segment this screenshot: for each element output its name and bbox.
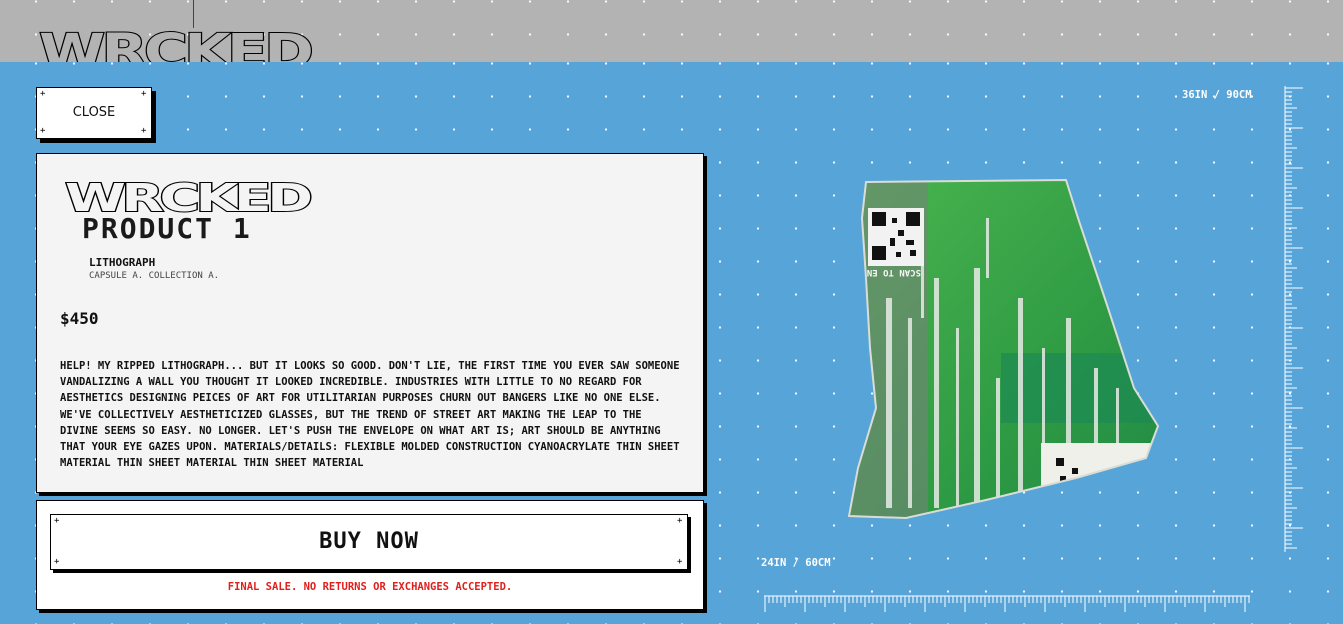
height-dimension-label: 36IN / 90CM	[1182, 89, 1252, 101]
product-description: HELP! MY RIPPED LITHOGRAPH... BUT IT LOO…	[60, 360, 680, 470]
plus-corner-icon: +	[141, 126, 147, 136]
close-button[interactable]: + + + + CLOSE	[36, 87, 152, 139]
poster-text: O ENTER	[1107, 477, 1154, 490]
product-type: LITHOGRAPH	[89, 256, 156, 269]
plus-corner-icon: +	[54, 557, 60, 567]
width-dimension-label: 24IN / 60CM	[761, 557, 831, 569]
poster-text: SCAN TO ENTER	[850, 267, 921, 277]
product-info-panel: WRCKED PRODUCT 1 LITHOGRAPH CAPSULE A. C…	[36, 153, 704, 493]
product-collection: CAPSULE A. COLLECTION A.	[89, 271, 220, 281]
close-button-label: CLOSE	[72, 105, 116, 120]
product-price: $450	[60, 309, 99, 328]
site-logo[interactable]: WRCKED	[38, 27, 315, 62]
product-modal: + + + + CLOSE WRCKED PRODUCT 1 LITHOGRAP…	[0, 62, 1343, 624]
vertical-ruler	[1284, 86, 1303, 552]
plus-corner-icon: +	[677, 516, 683, 526]
purchase-panel: + + + + BUY NOW FINAL SALE. NO RETURNS O…	[36, 500, 704, 610]
plus-corner-icon: +	[141, 89, 147, 99]
plus-corner-icon: +	[40, 89, 46, 99]
product-artwork-image: SCAN TO ENTER O ENTER	[847, 178, 1160, 520]
buy-now-label: BUY NOW	[319, 529, 419, 554]
plus-corner-icon: +	[40, 126, 46, 136]
buy-now-button[interactable]: + + + + BUY NOW	[50, 514, 688, 570]
product-title: PRODUCT 1	[82, 212, 252, 245]
final-sale-note: FINAL SALE. NO RETURNS OR EXCHANGES ACCE…	[227, 581, 513, 593]
horizontal-ruler	[764, 595, 1250, 612]
plus-corner-icon: +	[54, 516, 60, 526]
top-bar: WRCKED	[0, 0, 1343, 62]
plus-corner-icon: +	[677, 557, 683, 567]
